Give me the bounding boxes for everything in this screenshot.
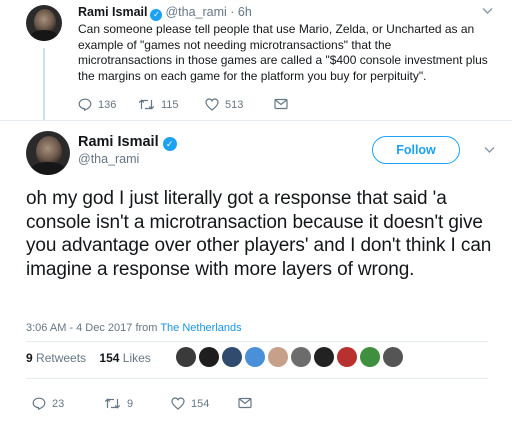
liker-avatar[interactable] [337, 347, 357, 367]
reply-icon [78, 98, 92, 111]
author-handle[interactable]: @tha_rami [78, 152, 139, 166]
tweet-text: Can someone please tell people that use … [78, 22, 488, 83]
like-button[interactable]: 513 [205, 98, 243, 111]
likes-stat[interactable]: 154 Likes [99, 351, 150, 365]
location-link[interactable]: The Netherlands [160, 322, 241, 334]
liker-avatar[interactable] [360, 347, 380, 367]
message-button[interactable] [274, 98, 288, 110]
liker-avatar[interactable] [176, 347, 196, 367]
liker-avatar[interactable] [291, 347, 311, 367]
liker-avatar[interactable] [383, 347, 403, 367]
message-icon [274, 98, 288, 110]
verified-badge-icon: ✓ [150, 9, 163, 21]
avatar[interactable] [26, 131, 70, 175]
reply-icon [32, 397, 46, 410]
liker-avatar[interactable] [314, 347, 334, 367]
tweet-header: Rami Ismail ✓ @tha_rami · 6h [78, 5, 252, 21]
reply-count: 136 [98, 98, 117, 111]
chevron-down-icon[interactable] [484, 145, 495, 157]
retweet-icon [138, 99, 155, 110]
tweet-stats: 9 Retweets 154 Likes [26, 351, 151, 365]
tweet-divider [0, 120, 512, 121]
chevron-down-icon[interactable] [482, 6, 493, 18]
tweet-timestamp: 3:06 AM - 4 Dec 2017 from The Netherland… [26, 322, 242, 334]
retweets-stat[interactable]: 9 Retweets [26, 351, 86, 365]
retweet-count: 115 [161, 98, 179, 111]
avatar[interactable] [26, 5, 62, 41]
retweet-icon [104, 398, 121, 409]
liker-avatars [176, 347, 403, 369]
liker-avatar[interactable] [222, 347, 242, 367]
like-icon [205, 98, 219, 111]
liker-avatar[interactable] [268, 347, 288, 367]
liker-avatar[interactable] [245, 347, 265, 367]
tweet-text: oh my god I just literally got a respons… [26, 188, 492, 280]
message-button[interactable] [238, 397, 252, 409]
timestamp-text: 3:06 AM - 4 Dec 2017 from [26, 322, 161, 334]
retweet-button[interactable]: 115 [138, 98, 179, 111]
like-button[interactable]: 154 [171, 397, 209, 410]
like-count: 154 [191, 397, 210, 410]
follow-button[interactable]: Follow [372, 136, 460, 164]
thread-connector [43, 48, 45, 120]
author-name[interactable]: Rami Ismail [78, 5, 147, 19]
reply-button[interactable]: 136 [78, 98, 116, 111]
like-icon [171, 397, 185, 410]
author-handle-time[interactable]: @tha_rami · 6h [165, 5, 251, 19]
liker-avatar[interactable] [199, 347, 219, 367]
stats-divider-top [26, 341, 488, 342]
author-name[interactable]: Rami Ismail ✓ [78, 134, 180, 151]
retweet-count: 9 [127, 397, 134, 410]
reply-count: 23 [52, 397, 65, 410]
like-count: 513 [225, 98, 244, 111]
stats-divider-bottom [26, 378, 488, 379]
verified-badge-icon: ✓ [162, 137, 177, 151]
retweet-button[interactable]: 9 [104, 397, 133, 410]
reply-button[interactable]: 23 [32, 397, 64, 410]
message-icon [238, 397, 252, 409]
